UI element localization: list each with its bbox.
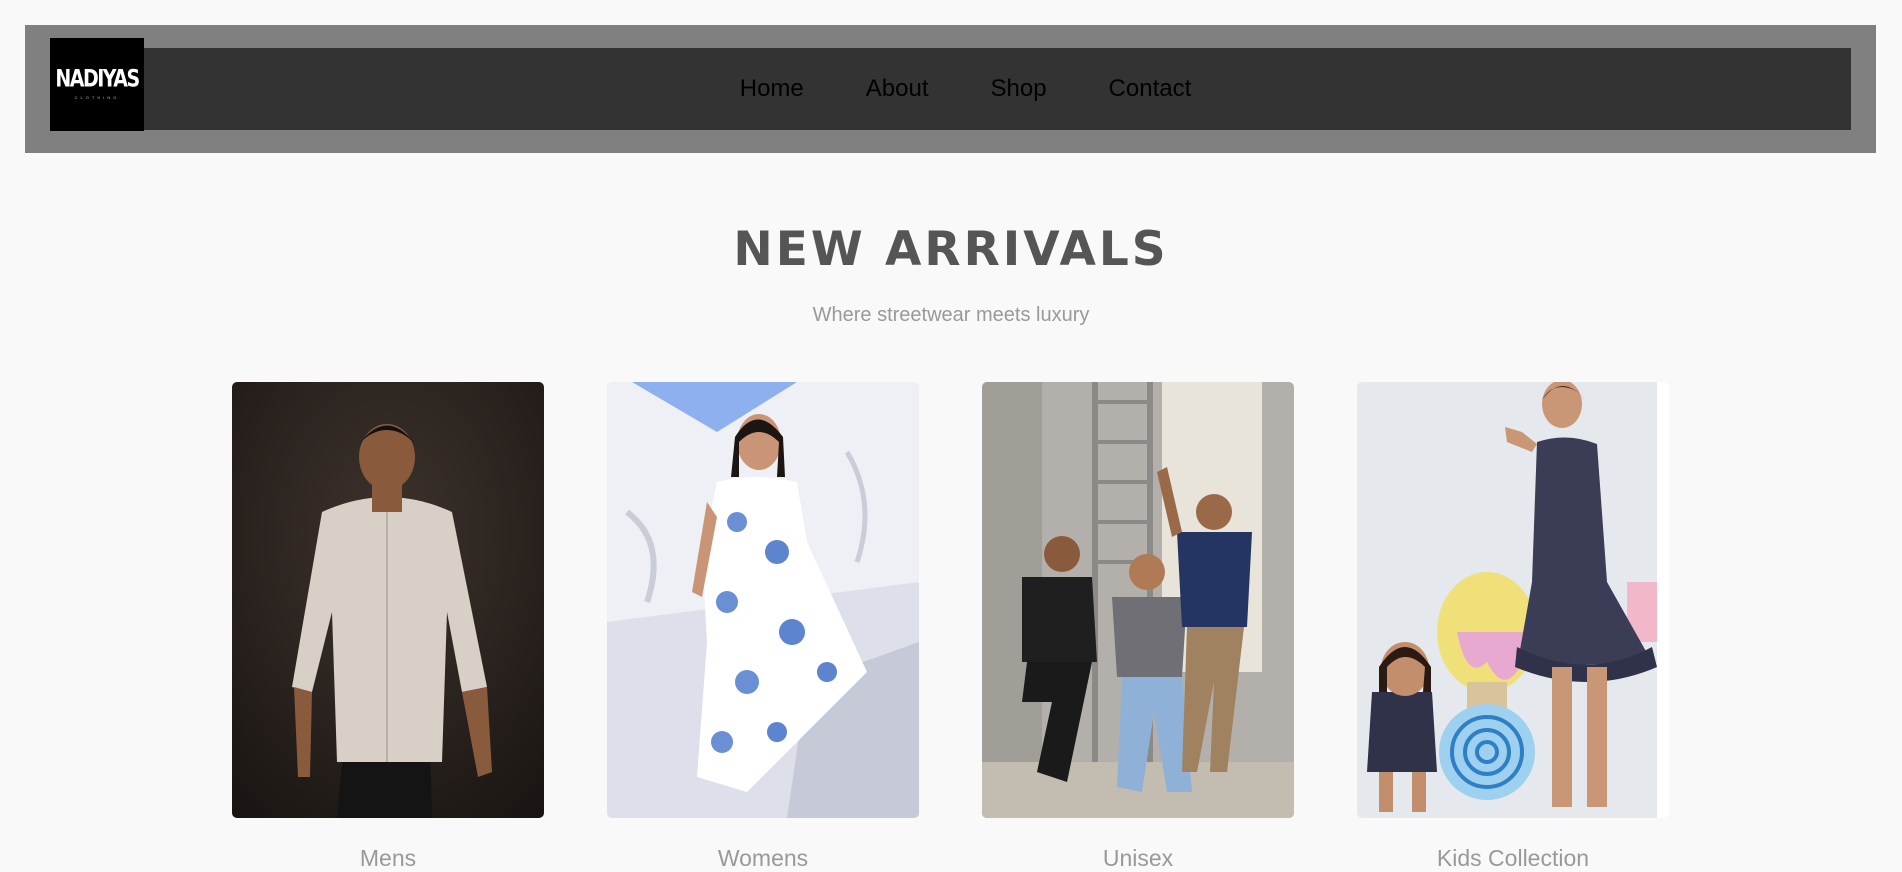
unisex-product-image[interactable] [982, 382, 1294, 818]
product-card-womens[interactable]: Womens [607, 382, 919, 871]
nav-link-contact[interactable]: Contact [1109, 75, 1192, 103]
site-header: NADIYAS CLOTHING Home About Shop Contact [25, 25, 1876, 153]
category-label-womens[interactable]: Womens [607, 845, 919, 872]
nav-link-home[interactable]: Home [740, 75, 804, 103]
logo-wordmark: NADIYAS [55, 64, 140, 93]
page-title: NEW ARRIVALS [733, 222, 1169, 277]
category-label-unisex[interactable]: Unisex [982, 845, 1294, 872]
kids-product-image[interactable] [1357, 382, 1669, 818]
page-subtitle: Where streetwear meets luxury [812, 304, 1090, 326]
product-card-kids[interactable]: Kids Collection [1357, 382, 1669, 871]
nav-bar: Home About Shop Contact [50, 48, 1851, 130]
main-nav: Home About Shop Contact [50, 48, 1851, 130]
nav-link-shop[interactable]: Shop [990, 75, 1046, 103]
logo-subtext: CLOTHING [74, 94, 120, 100]
category-label-kids[interactable]: Kids Collection [1357, 845, 1669, 872]
nav-link-about[interactable]: About [866, 75, 929, 103]
product-card-unisex[interactable]: Unisex [982, 382, 1294, 871]
product-card-mens[interactable]: Mens [232, 382, 544, 871]
womens-product-image[interactable] [607, 382, 919, 818]
category-label-mens[interactable]: Mens [232, 845, 544, 872]
brand-logo[interactable]: NADIYAS CLOTHING [50, 38, 144, 131]
mens-product-image[interactable] [232, 382, 544, 818]
